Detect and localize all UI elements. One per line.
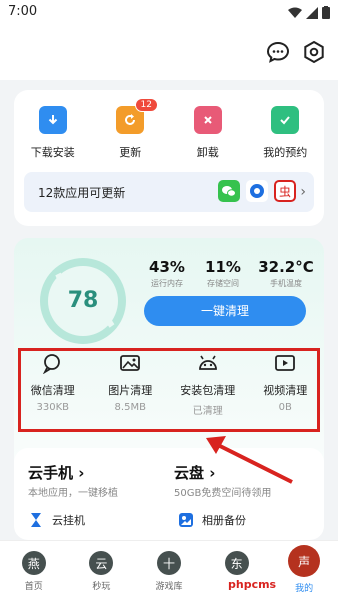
cloud-phone-subtitle: 本地应用，一键移植 — [28, 488, 118, 499]
album-backup-item[interactable]: 相册备份 — [178, 512, 246, 528]
memory-metric: 43% 运行内存 — [140, 258, 194, 289]
temperature-value: 32.2°C — [258, 258, 314, 276]
updates-available-text: 12款应用可更新 — [38, 186, 126, 200]
uninstall-button[interactable]: 卸载 — [169, 106, 247, 160]
tab-label: 秒玩 — [92, 582, 111, 592]
game-library-tab-icon: 十 — [156, 551, 181, 575]
watermark-text: phpcms — [228, 578, 277, 591]
health-score-ring: 78 — [40, 258, 126, 344]
quick-action-label: 下载安装 — [30, 146, 75, 159]
bottom-tab-bar: 燕 首页 云 秒玩 十 游戏库 东 声 我的 — [0, 540, 338, 600]
svg-text:虫: 虫 — [279, 185, 291, 199]
gear-hex-icon[interactable] — [302, 40, 326, 64]
tab-label: 首页 — [24, 582, 43, 592]
signal-icon — [306, 6, 318, 19]
browser-app-icon — [246, 180, 268, 202]
chevron-right-icon: › — [300, 184, 306, 200]
hourglass-icon — [31, 513, 41, 527]
storage-metric: 11% 存储空间 — [200, 258, 246, 289]
highlight-box — [18, 348, 320, 432]
status-bar: 7:00 — [0, 0, 338, 26]
tab-label: 我的 — [295, 584, 314, 594]
update-count-badge: 12 — [134, 98, 158, 112]
tab-fourth[interactable]: 东 — [203, 541, 271, 600]
top-bar — [0, 26, 338, 80]
cloud-phone-title[interactable]: 云手机 › — [28, 462, 84, 483]
status-icons — [288, 6, 330, 19]
battery-icon — [322, 6, 330, 19]
status-time: 7:00 — [8, 4, 38, 19]
quick-actions-card: 下载安装 12 更新 卸载 我的预约 12款应用可更新 虫 › — [14, 90, 324, 226]
cloud-hangup-label: 云挂机 — [52, 514, 85, 527]
tab-label: 游戏库 — [155, 582, 183, 592]
download-install-button[interactable]: 下载安装 — [14, 106, 92, 160]
my-reservations-button[interactable]: 我的预约 — [247, 106, 325, 160]
trash-icon — [193, 106, 222, 134]
game-app-icon: 虫 — [274, 180, 296, 202]
quick-action-label: 卸载 — [196, 146, 219, 159]
home-tab-icon: 燕 — [21, 551, 46, 575]
temperature-metric: 32.2°C 手机温度 — [254, 258, 318, 289]
health-score: 78 — [67, 288, 99, 313]
instant-play-tab-icon: 云 — [89, 551, 114, 575]
cloud-hangup-item[interactable]: 云挂机 — [28, 512, 85, 528]
update-button[interactable]: 12 更新 — [92, 98, 170, 160]
quick-action-label: 我的预约 — [263, 146, 308, 159]
mine-tab-icon: 声 — [288, 545, 321, 577]
updates-available-bar[interactable]: 12款应用可更新 虫 › — [24, 172, 314, 212]
album-backup-label: 相册备份 — [202, 514, 246, 527]
chat-bubble-icon[interactable] — [266, 40, 290, 64]
calendar-check-icon — [271, 106, 300, 134]
temperature-label: 手机温度 — [270, 279, 302, 288]
wechat-app-icon — [218, 180, 240, 202]
download-folder-icon — [38, 106, 67, 134]
tab-game-library[interactable]: 十 游戏库 — [135, 541, 203, 600]
quick-actions-row: 下载安装 12 更新 卸载 我的预约 — [14, 98, 325, 160]
tab-instant-play[interactable]: 云 秒玩 — [68, 541, 136, 600]
photo-backup-icon — [179, 513, 193, 527]
storage-label: 存储空间 — [207, 279, 239, 288]
tab-mine[interactable]: 声 我的 — [270, 541, 338, 600]
storage-value: 11% — [205, 258, 241, 276]
memory-label: 运行内存 — [151, 279, 183, 288]
one-click-clean-button[interactable]: 一键清理 — [144, 296, 306, 326]
quick-action-label: 更新 — [119, 146, 142, 159]
wifi-icon — [288, 7, 302, 18]
health-score-inner: 78 — [48, 266, 118, 336]
tab-home[interactable]: 燕 首页 — [0, 541, 68, 600]
fourth-tab-icon: 东 — [224, 551, 249, 575]
memory-value: 43% — [149, 258, 185, 276]
annotation-arrow-icon — [206, 436, 293, 484]
